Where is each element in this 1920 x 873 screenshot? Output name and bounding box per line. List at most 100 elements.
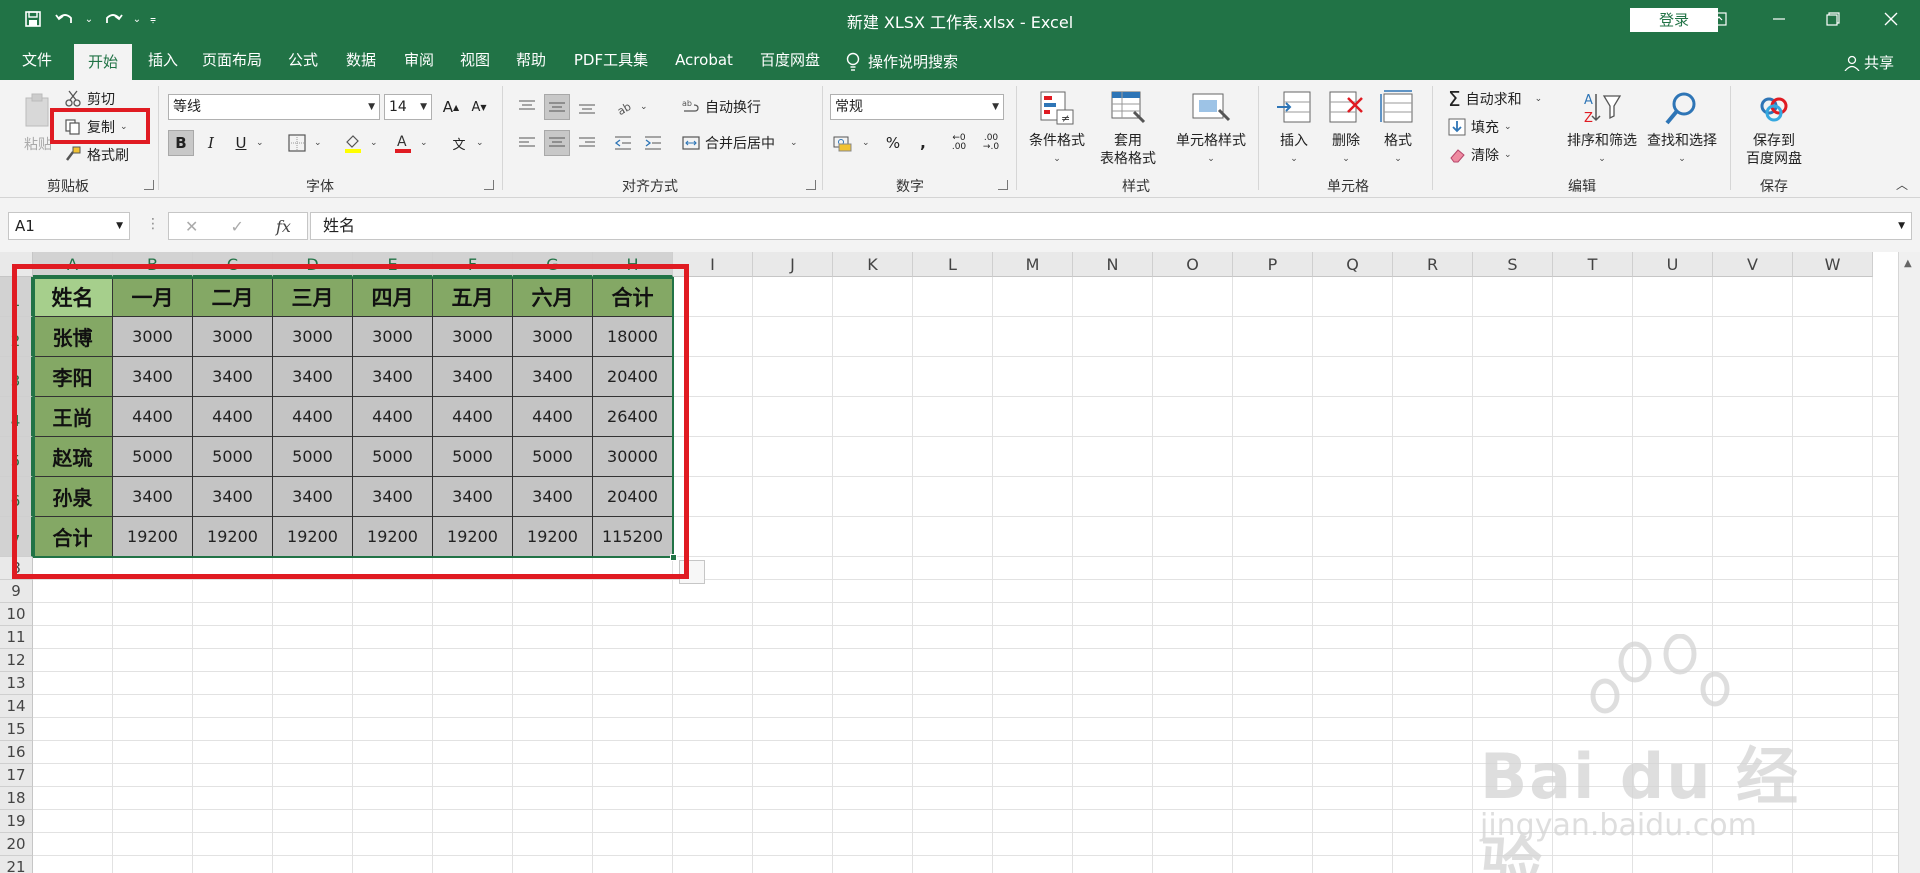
conditional-format-button[interactable]: ≠ 条件格式 ⌄ [1022,88,1092,168]
format-painter-button[interactable]: 格式刷 [64,142,129,168]
orientation-icon[interactable]: ab [612,94,638,120]
borders-icon[interactable] [284,130,310,156]
column-header-w[interactable]: W [1793,252,1873,277]
tab-page-layout[interactable]: 页面布局 [196,44,268,80]
increase-decimal-icon[interactable]: ←0.00 [946,130,972,156]
column-header-l[interactable]: L [913,252,993,277]
fill-color-icon[interactable] [340,130,366,156]
wrap-text-button[interactable]: ab 自动换行 [682,94,761,120]
align-middle-icon[interactable] [544,94,570,120]
row-header-14[interactable]: 14 [0,695,33,718]
font-launcher-icon[interactable] [484,180,494,190]
row-header-11[interactable]: 11 [0,626,33,649]
decrease-font-size-icon[interactable]: A ▼ [466,94,492,120]
underline-dropdown-icon[interactable]: ⌄ [256,138,264,148]
insert-function-icon[interactable]: fx [276,217,291,236]
expand-formula-bar-icon[interactable]: ▼ [1898,213,1905,239]
fill-dropdown-icon[interactable]: ⌄ [1504,122,1512,132]
italic-icon[interactable]: I [198,130,224,156]
number-launcher-icon[interactable] [998,180,1008,190]
minimize-icon[interactable] [1756,4,1802,34]
decrease-decimal-icon[interactable]: .00 →.0 [978,130,1004,156]
align-bottom-icon[interactable] [574,94,600,120]
enter-icon[interactable]: ✓ [231,217,244,236]
restore-icon[interactable] [1810,4,1856,34]
number-format-select[interactable]: 常规 ▼ [830,94,1004,120]
row-header-12[interactable]: 12 [0,649,33,672]
tab-view[interactable]: 视图 [452,44,498,80]
column-header-r[interactable]: R [1393,252,1473,277]
tab-review[interactable]: 审阅 [396,44,442,80]
row-header-16[interactable]: 16 [0,741,33,764]
font-size-select[interactable]: 14 ▼ [384,94,432,120]
tab-acrobat[interactable]: Acrobat [666,44,742,80]
percent-icon[interactable]: % [880,130,906,156]
decrease-indent-icon[interactable] [610,130,636,156]
column-header-n[interactable]: N [1073,252,1153,277]
name-box[interactable]: A1 ▼ [8,212,130,240]
align-left-icon[interactable] [514,130,540,156]
row-header-20[interactable]: 20 [0,833,33,856]
cell-styles-button[interactable]: 单元格样式 ⌄ [1168,88,1254,168]
font-color-dropdown-icon[interactable]: ⌄ [420,138,428,148]
phonetic-guide-icon[interactable]: 文 [446,130,472,156]
sort-filter-button[interactable]: AZ 排序和筛选 ⌄ [1562,88,1642,168]
align-center-icon[interactable] [544,130,570,156]
merge-center-button[interactable]: 合并后居中 ⌄ [682,130,798,156]
bold-icon[interactable]: B [168,130,194,156]
tab-formulas[interactable]: 公式 [280,44,326,80]
increase-font-size-icon[interactable]: A ▲ [438,94,464,120]
vertical-scrollbar[interactable]: ▲ [1898,252,1920,873]
accounting-format-icon[interactable] [830,130,856,156]
autosum-dropdown-icon[interactable]: ⌄ [1535,94,1543,104]
ribbon-display-options-icon[interactable] [1696,4,1742,34]
column-header-j[interactable]: J [753,252,833,277]
column-header-t[interactable]: T [1553,252,1633,277]
scroll-up-icon[interactable]: ▲ [1904,258,1912,269]
column-header-u[interactable]: U [1633,252,1713,277]
underline-icon[interactable]: U [228,130,254,156]
row-header-17[interactable]: 17 [0,764,33,787]
clear-button[interactable]: 清除 ⌄ [1448,142,1512,168]
share-button[interactable]: 共享 [1844,52,1894,73]
row-header-18[interactable]: 18 [0,787,33,810]
comma-style-icon[interactable]: , [910,130,936,156]
format-cells-button[interactable]: 格式 ⌄ [1372,88,1424,168]
column-header-v[interactable]: V [1713,252,1793,277]
column-header-m[interactable]: M [993,252,1073,277]
more-icon[interactable]: ⋮ [146,216,160,232]
borders-dropdown-icon[interactable]: ⌄ [314,138,322,148]
row-header-21[interactable]: 21 [0,856,33,873]
tab-baidu-netdisk[interactable]: 百度网盘 [754,44,826,80]
row-header-13[interactable]: 13 [0,672,33,695]
fill-button[interactable]: 填充 ⌄ [1448,114,1512,140]
insert-cells-button[interactable]: 插入 ⌄ [1268,88,1320,168]
tab-insert[interactable]: 插入 [140,44,186,80]
tab-pdf-tools[interactable]: PDF工具集 [566,44,656,80]
row-header-19[interactable]: 19 [0,810,33,833]
clear-dropdown-icon[interactable]: ⌄ [1504,150,1512,160]
font-color-icon[interactable]: A [390,130,416,156]
column-header-k[interactable]: K [833,252,913,277]
column-header-o[interactable]: O [1153,252,1233,277]
align-right-icon[interactable] [574,130,600,156]
orientation-dropdown-icon[interactable]: ⌄ [640,102,648,112]
delete-cells-button[interactable]: 删除 ⌄ [1320,88,1372,168]
accounting-dropdown-icon[interactable]: ⌄ [862,138,870,148]
row-header-15[interactable]: 15 [0,718,33,741]
tab-home[interactable]: 开始 [74,44,132,80]
save-to-netdisk-button[interactable]: 保存到 百度网盘 [1736,88,1812,168]
cancel-icon[interactable]: ✕ [185,217,198,236]
fill-color-dropdown-icon[interactable]: ⌄ [370,138,378,148]
tab-help[interactable]: 帮助 [508,44,554,80]
tell-me-search[interactable]: 操作说明搜索 [846,44,982,80]
merge-dropdown-icon[interactable]: ⌄ [790,138,798,148]
worksheet-grid[interactable]: ABCDEFGHIJKLMNOPQRSTUVW 1 2 3 4 5 6 7 8 9 10 11 12 1… [0,252,1920,873]
tab-file[interactable]: 文件 [14,44,60,80]
align-top-icon[interactable] [514,94,540,120]
tab-data[interactable]: 数据 [338,44,384,80]
column-header-q[interactable]: Q [1313,252,1393,277]
font-name-select[interactable]: 等线 ▼ [168,94,380,120]
row-header-9[interactable]: 9 [0,580,33,603]
clipboard-launcher-icon[interactable] [144,180,154,190]
